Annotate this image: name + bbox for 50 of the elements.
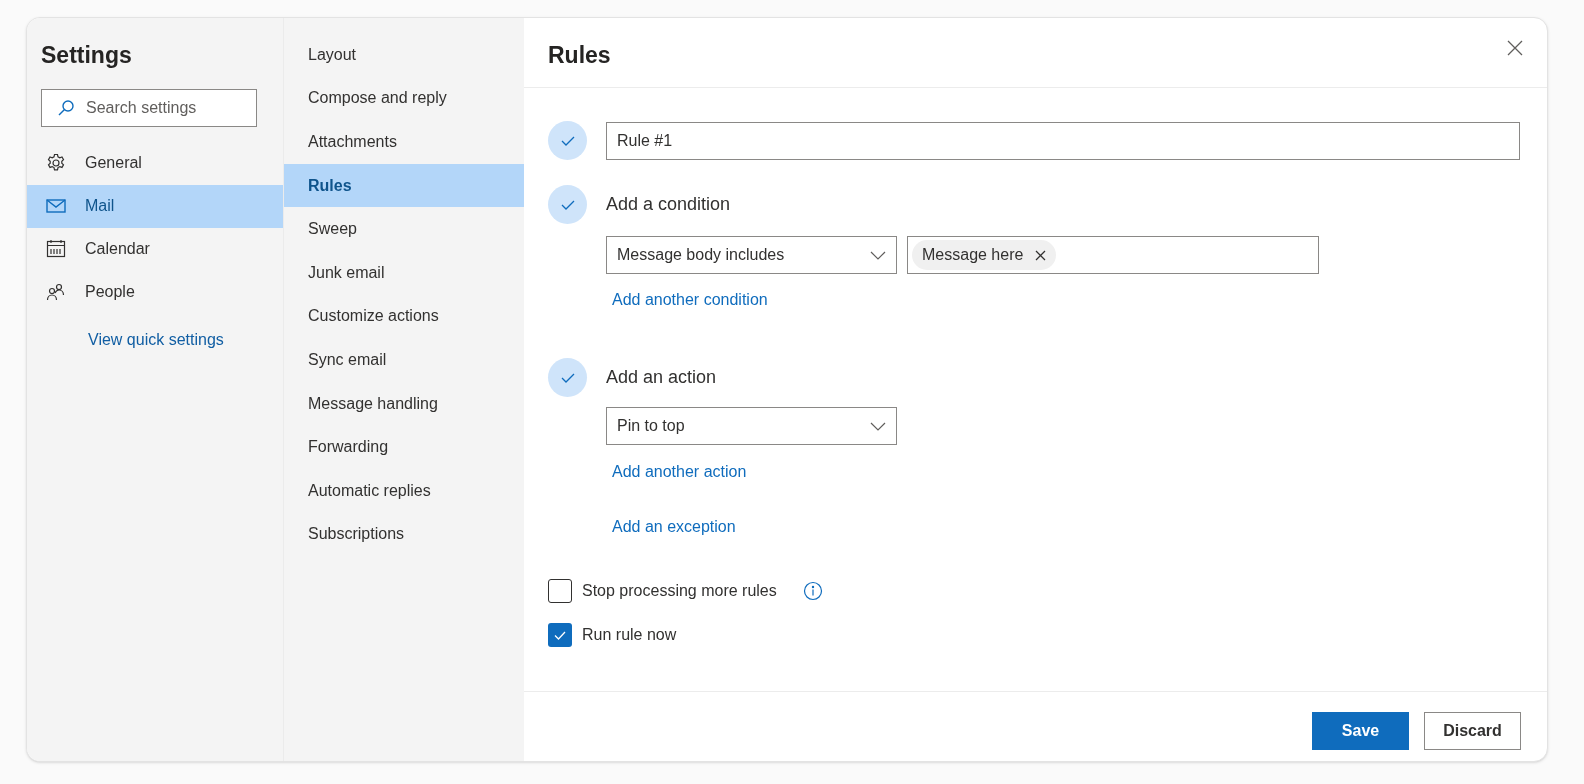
search-icon [57,98,75,117]
subnav-item[interactable]: Rules [284,163,524,208]
condition-value-field[interactable]: Message here [907,236,1319,274]
subnav-item[interactable]: Layout [284,33,524,77]
chevron-down-icon [870,421,886,431]
add-exception-link[interactable]: Add an exception [612,515,736,539]
chevron-down-icon [870,250,886,260]
save-button[interactable]: Save [1312,711,1409,750]
sidebar-item[interactable]: Mail [27,184,283,228]
discard-button[interactable]: Discard [1424,711,1521,750]
condition-dropdown[interactable]: Message body includes [606,236,897,274]
search-field[interactable]: Search settings [41,88,257,127]
subnav-item[interactable]: Automatic replies [284,468,524,513]
calendar-icon [46,239,66,259]
step-check-icon [548,121,587,160]
close-icon[interactable] [1507,40,1523,56]
add-condition-link[interactable]: Add another condition [612,288,768,312]
action-heading: Add an action [606,366,717,389]
view-quick-settings-link[interactable]: View quick settings [88,327,224,352]
subnav-item[interactable]: Junk email [284,250,524,295]
subnav-item[interactable]: Compose and reply [284,76,524,121]
gear-icon [46,153,66,173]
settings-title: Settings [41,41,132,70]
checkmark-icon [554,630,566,640]
subnav-item[interactable]: Subscriptions [284,512,524,557]
step-check-icon [548,358,587,397]
add-action-link[interactable]: Add another action [612,460,747,484]
rule-name-field[interactable]: Rule #1 [606,121,1520,160]
condition-heading: Add a condition [606,193,731,216]
subnav-item[interactable]: Customize actions [284,294,524,339]
action-dropdown[interactable]: Pin to top [606,407,897,445]
remove-icon[interactable] [1035,249,1047,261]
subnav-item[interactable]: Sync email [284,338,524,382]
sidebar-item[interactable]: Calendar [27,227,283,271]
envelope-icon [46,198,66,214]
subnav-item[interactable]: Forwarding [284,425,524,469]
sidebar-item[interactable]: General [27,141,283,185]
sidebar-item[interactable]: People [27,270,283,314]
checkbox-label: Stop processing more rules [582,581,777,601]
checkbox[interactable] [548,623,572,647]
panel-title: Rules [548,41,611,70]
checkbox-label: Run rule now [582,625,677,645]
people-icon [46,282,66,302]
checkbox[interactable] [548,579,572,603]
info-icon[interactable] [802,581,823,601]
step-check-icon [548,185,587,224]
condition-tag: Message here [912,240,1057,270]
subnav-item[interactable]: Attachments [284,120,524,164]
subnav-item[interactable]: Sweep [284,207,524,251]
subnav-item[interactable]: Message handling [284,381,524,426]
